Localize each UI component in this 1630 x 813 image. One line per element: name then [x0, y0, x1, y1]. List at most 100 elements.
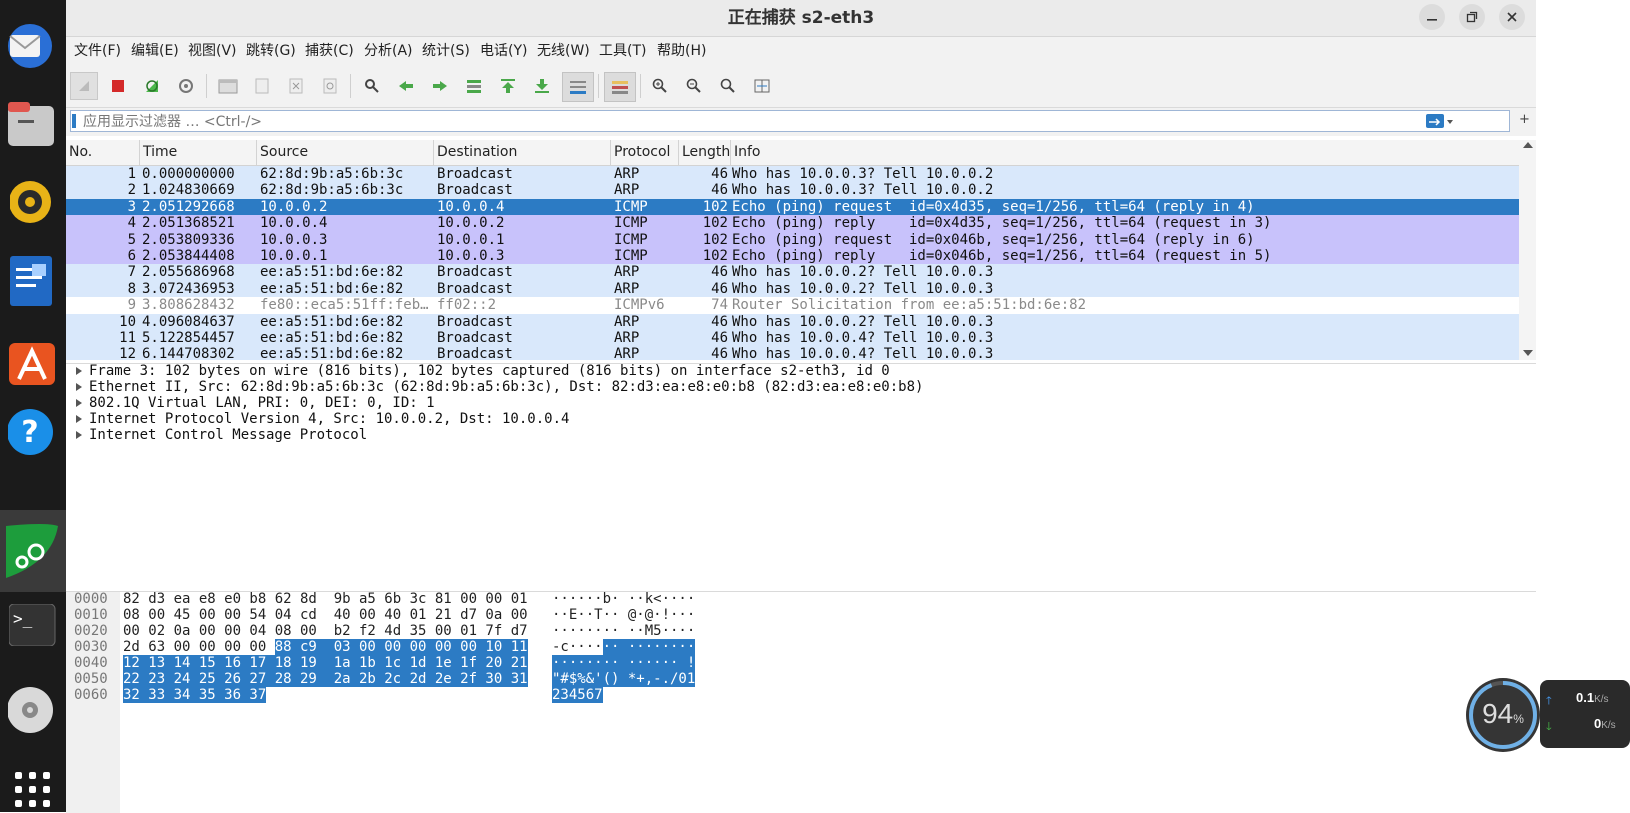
- stop-capture-icon[interactable]: [104, 72, 132, 100]
- mail-app-icon[interactable]: [0, 16, 66, 76]
- expand-triangle-icon[interactable]: [76, 431, 82, 439]
- menu-edit[interactable]: 编辑(E): [131, 37, 179, 65]
- shark-fin-start-icon[interactable]: [70, 72, 98, 100]
- save-file-icon[interactable]: [248, 72, 276, 100]
- column-header-length[interactable]: Length: [679, 140, 731, 165]
- byte-ascii[interactable]: ··E··T·· @·@·!···: [552, 607, 695, 624]
- close-file-icon[interactable]: [282, 72, 310, 100]
- scroll-down-arrow-icon[interactable]: [1523, 350, 1533, 356]
- cell-no: 5: [127, 231, 136, 248]
- disc-icon[interactable]: [0, 680, 66, 740]
- byte-ascii[interactable]: ······b· ··k<····: [552, 591, 695, 608]
- resize-columns-icon[interactable]: [748, 72, 776, 100]
- table-row[interactable]: 5 2.053809336 10.0.0.3 10.0.0.1 ICMP 102 Echo …: [66, 231, 1519, 249]
- column-header-no[interactable]: No.: [66, 140, 140, 165]
- menu-wireless[interactable]: 无线(W): [537, 37, 590, 65]
- cell-len: 46: [711, 313, 728, 330]
- capture-options-icon[interactable]: [172, 72, 200, 100]
- autoscroll-icon[interactable]: [562, 72, 594, 102]
- cell-src: ee:a5:51:bd:6e:82: [260, 330, 404, 346]
- writer-app-icon[interactable]: [0, 250, 66, 310]
- reload-file-icon[interactable]: [316, 72, 344, 100]
- packet-list-scrollbar[interactable]: [1519, 140, 1536, 360]
- byte-hex[interactable]: 00 02 0a 00 00 04 08 00 b2 f2 4d 35 00 0…: [123, 623, 528, 640]
- column-header-destination[interactable]: Destination: [434, 140, 611, 165]
- add-filter-button-icon[interactable]: +: [1519, 112, 1530, 127]
- filter-history-dropdown-icon[interactable]: [1447, 120, 1453, 124]
- table-row[interactable]: 2 1.024830669 62:8d:9b:a5:6b:3c Broadcast AR…: [66, 182, 1519, 200]
- go-forward-icon[interactable]: [426, 72, 454, 100]
- byte-hex[interactable]: 22 23 24 25 26 27 28 29 2a 2b 2c 2d 2e 2…: [123, 671, 528, 688]
- apply-filter-arrow-icon[interactable]: [1426, 114, 1444, 128]
- menu-analyze[interactable]: 分析(A): [364, 37, 413, 65]
- terminal-app-icon[interactable]: >_: [0, 600, 66, 650]
- zoom-in-icon[interactable]: [646, 72, 674, 100]
- menu-go[interactable]: 跳转(G): [246, 37, 296, 65]
- menu-capture[interactable]: 捕获(C): [305, 37, 354, 65]
- display-filter-input[interactable]: 应用显示过滤器 … <Ctrl-/>: [70, 110, 1510, 132]
- table-row[interactable]: 8 3.072436953 ee:a5:51:bd:6e:82 Broadcast AR…: [66, 280, 1519, 298]
- byte-ascii[interactable]: ········ ······ !: [552, 655, 696, 672]
- menu-telephony[interactable]: 电话(Y): [480, 37, 527, 65]
- show-apps-grid-icon[interactable]: [0, 766, 66, 810]
- byte-hex[interactable]: 12 13 14 15 16 17 18 19 1a 1b 1c 1d 1e 1…: [123, 655, 528, 672]
- expand-triangle-icon[interactable]: [76, 399, 82, 407]
- table-row[interactable]: 4 2.051368521 10.0.0.4 10.0.0.2 ICMP 102 Echo …: [66, 215, 1519, 233]
- menu-statistics[interactable]: 统计(S): [422, 37, 470, 65]
- table-row[interactable]: 12 6.144708302 ee:a5:51:bd:6e:82 Broadcast A…: [66, 346, 1519, 360]
- wireshark-app-icon[interactable]: [0, 520, 66, 582]
- cell-dst: 10.0.0.4: [437, 198, 505, 215]
- table-row[interactable]: 11 5.122854457 ee:a5:51:bd:6e:82 Broadcast A…: [66, 330, 1519, 347]
- column-header-info[interactable]: Info: [731, 140, 1519, 165]
- minimize-button[interactable]: [1419, 4, 1445, 30]
- byte-hex[interactable]: 82 d3 ea e8 e0 b8 62 8d 9b a5 6b 3c 81 0…: [123, 591, 528, 608]
- music-app-icon[interactable]: [0, 172, 66, 232]
- cell-len: 102: [702, 248, 728, 264]
- restart-capture-icon[interactable]: [138, 72, 166, 100]
- zoom-out-icon[interactable]: [680, 72, 708, 100]
- software-store-icon[interactable]: [0, 330, 66, 390]
- colorize-icon[interactable]: [604, 72, 636, 102]
- byte-ascii[interactable]: "#$%&'() *+,-./01: [552, 671, 696, 688]
- table-row[interactable]: 10 4.096084637 ee:a5:51:bd:6e:82 Broadcast A…: [66, 313, 1519, 331]
- column-header-time[interactable]: Time: [140, 140, 257, 165]
- hex-text-highlighted: 32 33 34 35 36 37: [123, 687, 267, 703]
- normal-size-icon[interactable]: [714, 72, 742, 100]
- cell-len: 74: [711, 297, 728, 314]
- byte-ascii[interactable]: 234567: [552, 687, 603, 704]
- expand-triangle-icon[interactable]: [76, 367, 82, 375]
- table-row[interactable]: 1 0.000000000 62:8d:9b:a5:6b:3c Broadcast AR…: [66, 166, 1519, 183]
- byte-ascii[interactable]: -c······ ········: [552, 639, 696, 656]
- expand-triangle-icon[interactable]: [76, 383, 82, 391]
- last-packet-icon[interactable]: [528, 72, 556, 100]
- scroll-up-arrow-icon[interactable]: [1523, 142, 1533, 148]
- help-icon[interactable]: ?: [0, 402, 66, 462]
- byte-hex[interactable]: 32 33 34 35 36 37: [123, 687, 267, 704]
- bookmark-icon[interactable]: [72, 114, 76, 128]
- menu-tools[interactable]: 工具(T): [599, 37, 646, 65]
- table-row[interactable]: 7 2.055686968 ee:a5:51:bd:6e:82 Broadcast AR…: [66, 264, 1519, 282]
- table-row-selected[interactable]: 3 2.051292668 10.0.0.2 10.0.0.4 ICMP 102 Echo …: [66, 198, 1519, 216]
- open-file-icon[interactable]: [214, 72, 242, 100]
- hex-text-highlighted: 88 c9 03 00 00 00 00 00 10 11: [274, 639, 528, 655]
- byte-ascii[interactable]: ········ ··M5····: [552, 623, 695, 640]
- column-header-source[interactable]: Source: [257, 140, 434, 165]
- byte-hex[interactable]: 08 00 45 00 00 54 04 cd 40 00 40 01 21 d…: [123, 607, 528, 624]
- menu-file[interactable]: 文件(F): [74, 37, 121, 65]
- find-packet-icon[interactable]: [358, 72, 386, 100]
- restore-button[interactable]: [1459, 4, 1485, 30]
- first-packet-icon[interactable]: [494, 72, 522, 100]
- column-header-protocol[interactable]: Protocol: [611, 140, 679, 165]
- expand-triangle-icon[interactable]: [76, 415, 82, 423]
- table-row[interactable]: 9 3.808628432 fe80::eca5:51ff:feb… ff02::2 I…: [66, 297, 1519, 315]
- go-to-packet-icon[interactable]: [460, 72, 488, 100]
- menu-view[interactable]: 视图(V): [188, 37, 237, 65]
- byte-hex[interactable]: 2d 63 00 00 00 00 88 c9 03 00 00 00 00 0…: [123, 639, 528, 656]
- table-row[interactable]: 6 2.053844408 10.0.0.1 10.0.0.3 ICMP 102 Echo …: [66, 248, 1519, 265]
- close-button[interactable]: [1499, 4, 1525, 30]
- ascii-text: ········ ··M5····: [552, 623, 696, 639]
- menu-help[interactable]: 帮助(H): [657, 37, 706, 65]
- go-back-icon[interactable]: [392, 72, 420, 100]
- ascii-text-highlighted: ·· ········: [602, 639, 696, 655]
- files-app-icon[interactable]: [0, 95, 66, 155]
